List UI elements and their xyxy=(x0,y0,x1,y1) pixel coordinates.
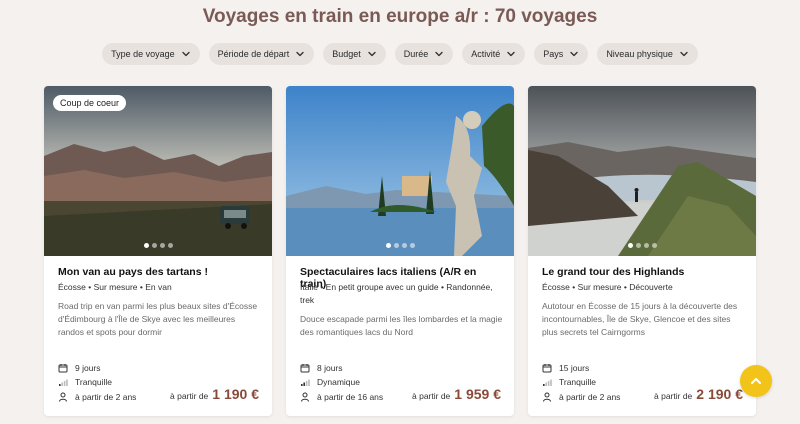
price: à partir de 1 959 € xyxy=(412,386,501,402)
duration-text: 9 jours xyxy=(75,363,101,373)
carousel-dot[interactable] xyxy=(385,243,391,248)
filter-activite[interactable]: Activité xyxy=(462,43,526,65)
calendar-icon xyxy=(58,364,68,373)
carousel-dot[interactable] xyxy=(635,243,641,248)
price: à partir de 1 190 € xyxy=(170,386,259,402)
trip-photo[interactable]: Coup de coeur xyxy=(44,86,272,256)
trip-card-van-tartans[interactable]: Coup de coeur Mon van au pays des tartan… xyxy=(44,86,272,416)
card-title[interactable]: Mon van au pays des tartans ! xyxy=(58,266,262,278)
level-text: Tranquille xyxy=(559,377,597,387)
filter-label: Période de départ xyxy=(217,49,290,59)
highlands-photo xyxy=(528,86,756,256)
filter-label: Durée xyxy=(403,49,429,59)
duration-text: 15 jours xyxy=(559,363,590,373)
age-text: à partir de 16 ans xyxy=(317,392,384,402)
card-body: Mon van au pays des tartans ! Écosse • S… xyxy=(44,256,272,416)
card-body: Le grand tour des Highlands Écosse • Sur… xyxy=(528,256,756,416)
card-title[interactable]: Le grand tour des Highlands xyxy=(542,266,746,278)
calendar-icon xyxy=(300,364,310,373)
price-prefix: à partir de xyxy=(170,391,209,401)
filter-label: Pays xyxy=(543,49,564,59)
trip-card-lacs-italiens[interactable]: Spectaculaires lacs italiens (A/R en tra… xyxy=(286,86,514,416)
chevron-down-icon xyxy=(296,51,304,57)
price-amount: 2 190 € xyxy=(696,386,743,402)
level-bars-icon xyxy=(301,379,310,386)
age-row: à partir de 2 ans xyxy=(58,392,136,402)
card-tags: Écosse • Sur mesure • En van xyxy=(58,282,172,292)
calendar-icon xyxy=(542,364,552,373)
chevron-down-icon xyxy=(570,51,579,57)
level-bars-icon xyxy=(543,379,552,386)
level-text: Tranquille xyxy=(75,377,113,387)
carousel-dot[interactable] xyxy=(159,243,165,248)
carousel-dot[interactable] xyxy=(409,243,415,248)
person-icon xyxy=(543,392,551,402)
price-amount: 1 190 € xyxy=(212,386,259,402)
carousel-dot[interactable] xyxy=(643,243,649,248)
chevron-up-icon xyxy=(751,378,761,384)
duration-text: 8 jours xyxy=(317,363,343,373)
person-icon xyxy=(301,392,309,402)
price-prefix: à partir de xyxy=(654,391,693,401)
filter-label: Type de voyage xyxy=(111,49,175,59)
carousel-dot[interactable] xyxy=(393,243,399,248)
filter-label: Niveau physique xyxy=(606,49,673,59)
filter-type-de-voyage[interactable]: Type de voyage xyxy=(102,43,200,65)
filter-budget[interactable]: Budget xyxy=(323,43,386,65)
filter-pays[interactable]: Pays xyxy=(534,43,589,65)
carousel-dots xyxy=(286,243,514,248)
chevron-down-icon xyxy=(181,51,190,57)
level-bars-icon xyxy=(59,379,68,386)
filter-label: Activité xyxy=(471,49,501,59)
card-tags: Italie • En petit groupe avec un guide •… xyxy=(300,282,493,305)
carousel-dot[interactable] xyxy=(167,243,173,248)
carousel-dot[interactable] xyxy=(627,243,633,248)
level-row: Dynamique xyxy=(300,377,360,387)
carousel-dots xyxy=(44,243,272,248)
age-row: à partir de 16 ans xyxy=(300,392,383,402)
age-row: à partir de 2 ans xyxy=(542,392,620,402)
duration-row: 15 jours xyxy=(542,363,589,373)
chevron-down-icon xyxy=(435,51,443,57)
card-tags: Écosse • Sur mesure • Découverte xyxy=(542,282,673,292)
level-row: Tranquille xyxy=(542,377,596,387)
carousel-dot[interactable] xyxy=(143,243,149,248)
page-title: Voyages en train en europe a/r : 70 voya… xyxy=(202,6,598,27)
trip-photo[interactable] xyxy=(286,86,514,256)
price-prefix: à partir de xyxy=(412,391,451,401)
carousel-dot[interactable] xyxy=(151,243,157,248)
price-amount: 1 959 € xyxy=(454,386,501,402)
filter-duree[interactable]: Durée xyxy=(394,43,454,65)
person-icon xyxy=(59,392,67,402)
price: à partir de 2 190 € xyxy=(654,386,743,402)
duration-row: 8 jours xyxy=(300,363,343,373)
favorite-badge: Coup de coeur xyxy=(53,95,127,111)
scroll-to-top-button[interactable] xyxy=(740,365,772,397)
chevron-down-icon xyxy=(368,51,376,57)
level-text: Dynamique xyxy=(317,377,360,387)
carousel-dot[interactable] xyxy=(401,243,407,248)
scotland-van-photo xyxy=(44,86,272,256)
card-description: Douce escapade parmi les îles lombardes … xyxy=(300,314,503,337)
filter-label: Budget xyxy=(332,49,361,59)
filter-bar: Type de voyage Période de départ Budget … xyxy=(0,43,800,65)
chevron-down-icon xyxy=(680,51,688,57)
carousel-dots xyxy=(528,243,756,248)
age-text: à partir de 2 ans xyxy=(75,392,137,402)
trip-photo[interactable] xyxy=(528,86,756,256)
filter-periode-de-depart[interactable]: Période de départ xyxy=(208,43,315,65)
card-description: Autotour en Écosse de 15 jours à la déco… xyxy=(542,301,738,337)
level-row: Tranquille xyxy=(58,377,112,387)
duration-row: 9 jours xyxy=(58,363,101,373)
filter-niveau-physique[interactable]: Niveau physique xyxy=(597,43,698,65)
trip-card-highlands[interactable]: Le grand tour des Highlands Écosse • Sur… xyxy=(528,86,756,416)
carousel-dot[interactable] xyxy=(651,243,657,248)
chevron-down-icon xyxy=(507,51,515,57)
card-body: Spectaculaires lacs italiens (A/R en tra… xyxy=(286,256,514,416)
card-description: Road trip en van parmi les plus beaux si… xyxy=(58,301,258,337)
age-text: à partir de 2 ans xyxy=(559,392,621,402)
italian-lake-photo xyxy=(286,86,514,256)
